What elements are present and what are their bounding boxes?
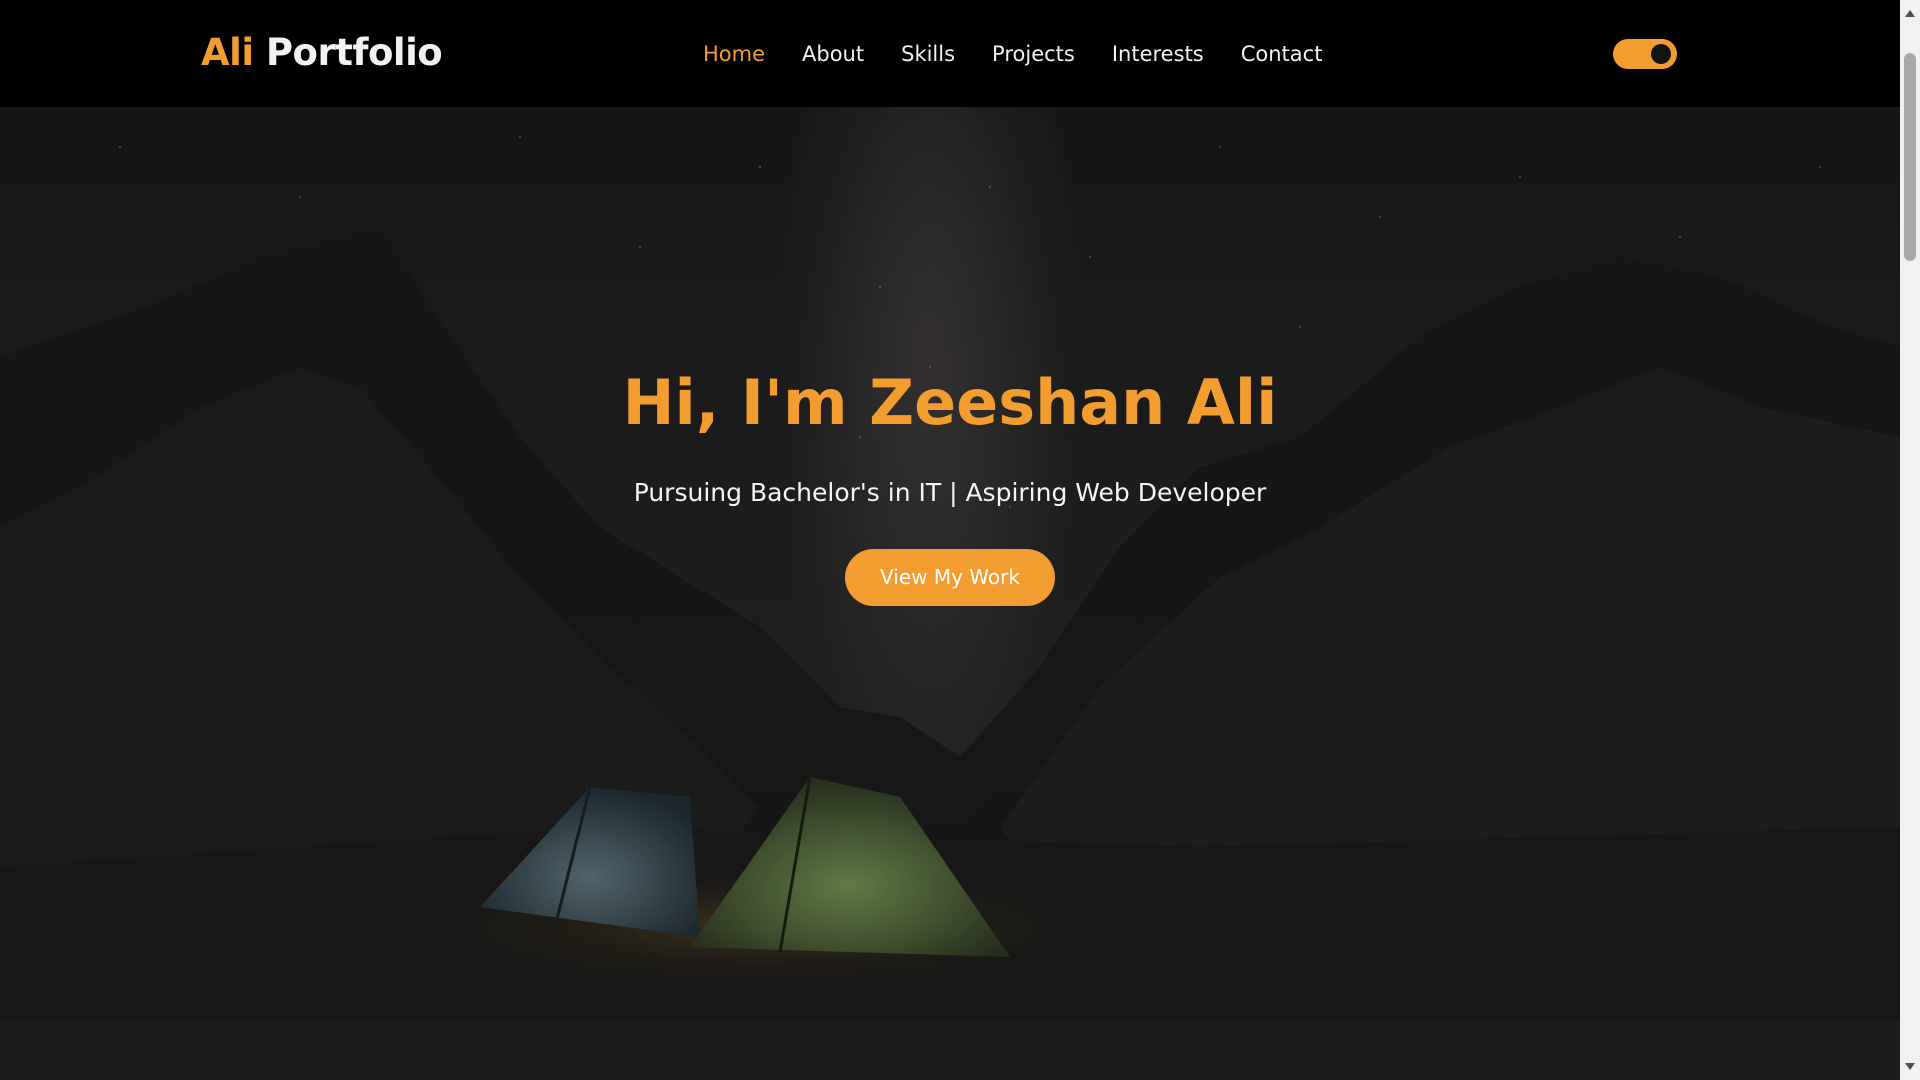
- navbar: Ali Portfolio Home About Skills Projects…: [0, 0, 1900, 107]
- nav-link-contact[interactable]: Contact: [1241, 40, 1323, 68]
- view-my-work-button[interactable]: View My Work: [845, 549, 1055, 606]
- hero-title: Hi, I'm Zeeshan Ali: [622, 366, 1278, 439]
- scroll-down-arrow-icon[interactable]: [1905, 1063, 1915, 1070]
- nav-links: Home About Skills Projects Interests Con…: [703, 40, 1359, 68]
- logo-accent-text: Ali: [201, 31, 254, 74]
- page-scrollbar[interactable]: [1900, 0, 1920, 1080]
- theme-toggle-switch[interactable]: [1613, 39, 1677, 69]
- logo-rest-text: Portfolio: [265, 31, 443, 74]
- hero-section: Hi, I'm Zeeshan Ali Pursuing Bachelor's …: [0, 107, 1900, 1020]
- nav-link-projects[interactable]: Projects: [992, 40, 1075, 68]
- portfolio-page: Ali Portfolio Home About Skills Projects…: [0, 0, 1920, 1080]
- nav-link-skills[interactable]: Skills: [901, 40, 955, 68]
- scroll-thumb[interactable]: [1904, 53, 1916, 261]
- nav-link-home[interactable]: Home: [703, 40, 765, 68]
- nav-link-interests[interactable]: Interests: [1112, 40, 1204, 68]
- scroll-up-arrow-icon[interactable]: [1905, 10, 1915, 17]
- nav-link-about[interactable]: About: [802, 40, 864, 68]
- section-divider: [0, 1020, 1900, 1080]
- toggle-knob: [1651, 44, 1671, 64]
- site-logo[interactable]: Ali Portfolio: [201, 30, 443, 76]
- hero-subtitle: Pursuing Bachelor's in IT | Aspiring Web…: [633, 478, 1267, 507]
